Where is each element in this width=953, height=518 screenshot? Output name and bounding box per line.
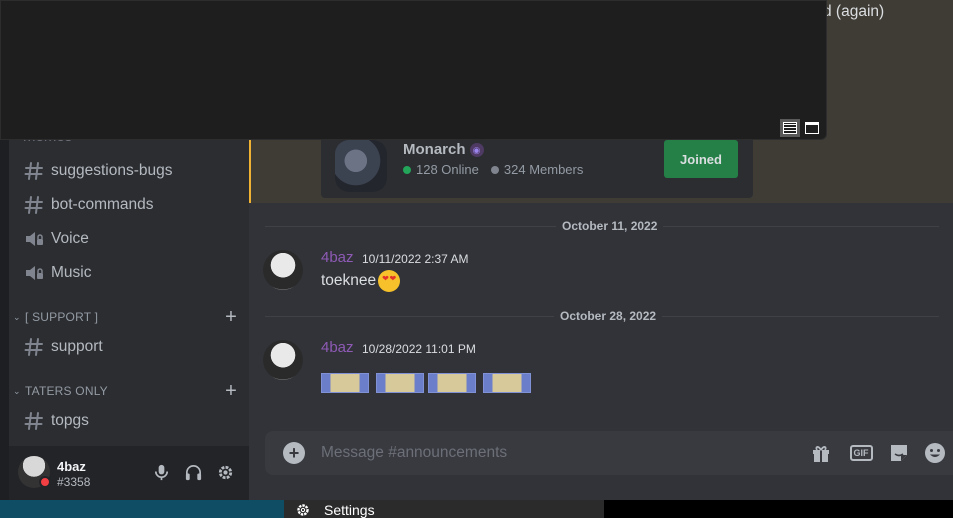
user-panel: 4baz #3358 bbox=[9, 446, 249, 500]
channel-music[interactable]: Music bbox=[23, 258, 91, 288]
taskbar-segment bbox=[0, 500, 284, 518]
overlay-window bbox=[0, 0, 827, 140]
emoji-button[interactable] bbox=[923, 441, 947, 465]
channel-label: bot-commands bbox=[51, 196, 154, 213]
sticker-icon bbox=[891, 445, 907, 461]
online-count: 128 Online bbox=[416, 162, 479, 177]
gif-button[interactable]: GIF bbox=[847, 441, 875, 465]
message-author[interactable]: 4baz bbox=[321, 249, 354, 266]
partner-badge-icon: ◉ bbox=[469, 143, 484, 158]
channel-support[interactable]: support bbox=[23, 332, 103, 362]
message-timestamp: 10/11/2022 2:37 AM bbox=[362, 252, 469, 266]
category-label: [ SUPPORT ] bbox=[25, 310, 99, 324]
discord-window: suggestions-bugs bot-commands Voice Musi… bbox=[0, 0, 953, 518]
invite-server-name[interactable]: Monarch ◉ bbox=[403, 141, 484, 158]
channel-label: topgs bbox=[51, 412, 89, 429]
microphone-icon bbox=[154, 464, 168, 480]
online-dot bbox=[403, 165, 411, 174]
add-channel-plus-icon[interactable]: + bbox=[225, 307, 237, 327]
channel-topgs[interactable]: topgs bbox=[23, 406, 89, 436]
list-view-icon bbox=[783, 122, 797, 134]
channel-bot-commands[interactable]: bot-commands bbox=[23, 190, 154, 220]
message-author[interactable]: 4baz bbox=[321, 339, 354, 356]
status-indicator bbox=[39, 476, 51, 488]
channel-label: support bbox=[51, 338, 103, 355]
avatar[interactable] bbox=[263, 250, 303, 290]
chevron-down-icon: ⌄ bbox=[13, 311, 21, 322]
user-discriminator: #3358 bbox=[57, 475, 91, 489]
channel-label: suggestions-bugs bbox=[51, 162, 173, 179]
category-label: TATERS ONLY bbox=[25, 384, 108, 398]
sticker-button[interactable] bbox=[887, 441, 911, 465]
add-attachment-plus-icon[interactable]: + bbox=[283, 442, 305, 464]
hashtag-icon bbox=[23, 160, 45, 182]
message-composer: + GIF bbox=[265, 431, 953, 475]
add-channel-plus-icon[interactable]: + bbox=[225, 381, 237, 401]
list-view-button[interactable] bbox=[780, 119, 800, 137]
username[interactable]: 4baz bbox=[57, 459, 86, 474]
user-settings-button[interactable] bbox=[214, 461, 236, 483]
heart-eyes-emoji-icon bbox=[378, 270, 401, 292]
invite-stats: 128 Online 324 Members bbox=[403, 162, 583, 177]
locked-speaker-icon bbox=[23, 262, 45, 284]
window-view-button[interactable] bbox=[802, 119, 822, 137]
custom-emote[interactable] bbox=[428, 373, 476, 393]
date-divider-label: October 11, 2022 bbox=[556, 219, 664, 233]
channel-label: Voice bbox=[51, 230, 89, 247]
server-icon[interactable] bbox=[335, 140, 387, 192]
message-timestamp: 10/28/2022 11:01 PM bbox=[362, 342, 476, 356]
channel-label: Music bbox=[51, 264, 92, 281]
gear-icon bbox=[297, 504, 309, 516]
hashtag-icon bbox=[23, 410, 45, 432]
category-support[interactable]: ⌄ [ SUPPORT ] + bbox=[13, 307, 237, 327]
headphones-button[interactable] bbox=[182, 461, 204, 483]
custom-emote[interactable] bbox=[376, 373, 424, 393]
taskbar-segment bbox=[604, 500, 953, 518]
message-content: toeknee bbox=[321, 270, 401, 292]
channel-voice[interactable]: Voice bbox=[23, 224, 89, 254]
avatar[interactable] bbox=[263, 340, 303, 380]
chevron-down-icon: ⌄ bbox=[13, 385, 21, 396]
gear-icon bbox=[218, 465, 232, 479]
taskbar-settings-label: Settings bbox=[324, 502, 375, 518]
hashtag-icon bbox=[23, 336, 45, 358]
message-text-partial: d (again) bbox=[823, 3, 885, 20]
smiley-face-icon bbox=[925, 443, 945, 463]
message-text: toeknee bbox=[321, 272, 377, 289]
member-count: 324 Members bbox=[503, 162, 584, 177]
hashtag-icon bbox=[23, 194, 45, 216]
date-divider-label: October 28, 2022 bbox=[554, 309, 663, 323]
category-taters-only[interactable]: ⌄ TATERS ONLY + bbox=[13, 381, 237, 401]
window-view-icon bbox=[805, 122, 819, 134]
gift-button[interactable] bbox=[809, 441, 833, 465]
headphones-icon bbox=[185, 464, 201, 480]
joined-button[interactable]: Joined bbox=[664, 140, 738, 178]
server-invite-embed: Monarch ◉ 128 Online 324 Members Joined bbox=[321, 130, 753, 198]
microphone-button[interactable] bbox=[150, 461, 172, 483]
gift-icon bbox=[813, 446, 829, 462]
gif-icon: GIF bbox=[849, 445, 873, 461]
custom-emote[interactable] bbox=[321, 373, 369, 393]
custom-emote[interactable] bbox=[483, 373, 531, 393]
members-dot bbox=[490, 165, 499, 174]
locked-speaker-icon bbox=[23, 228, 45, 250]
message-input[interactable] bbox=[321, 444, 791, 462]
channel-suggestions-bugs[interactable]: suggestions-bugs bbox=[23, 156, 173, 186]
